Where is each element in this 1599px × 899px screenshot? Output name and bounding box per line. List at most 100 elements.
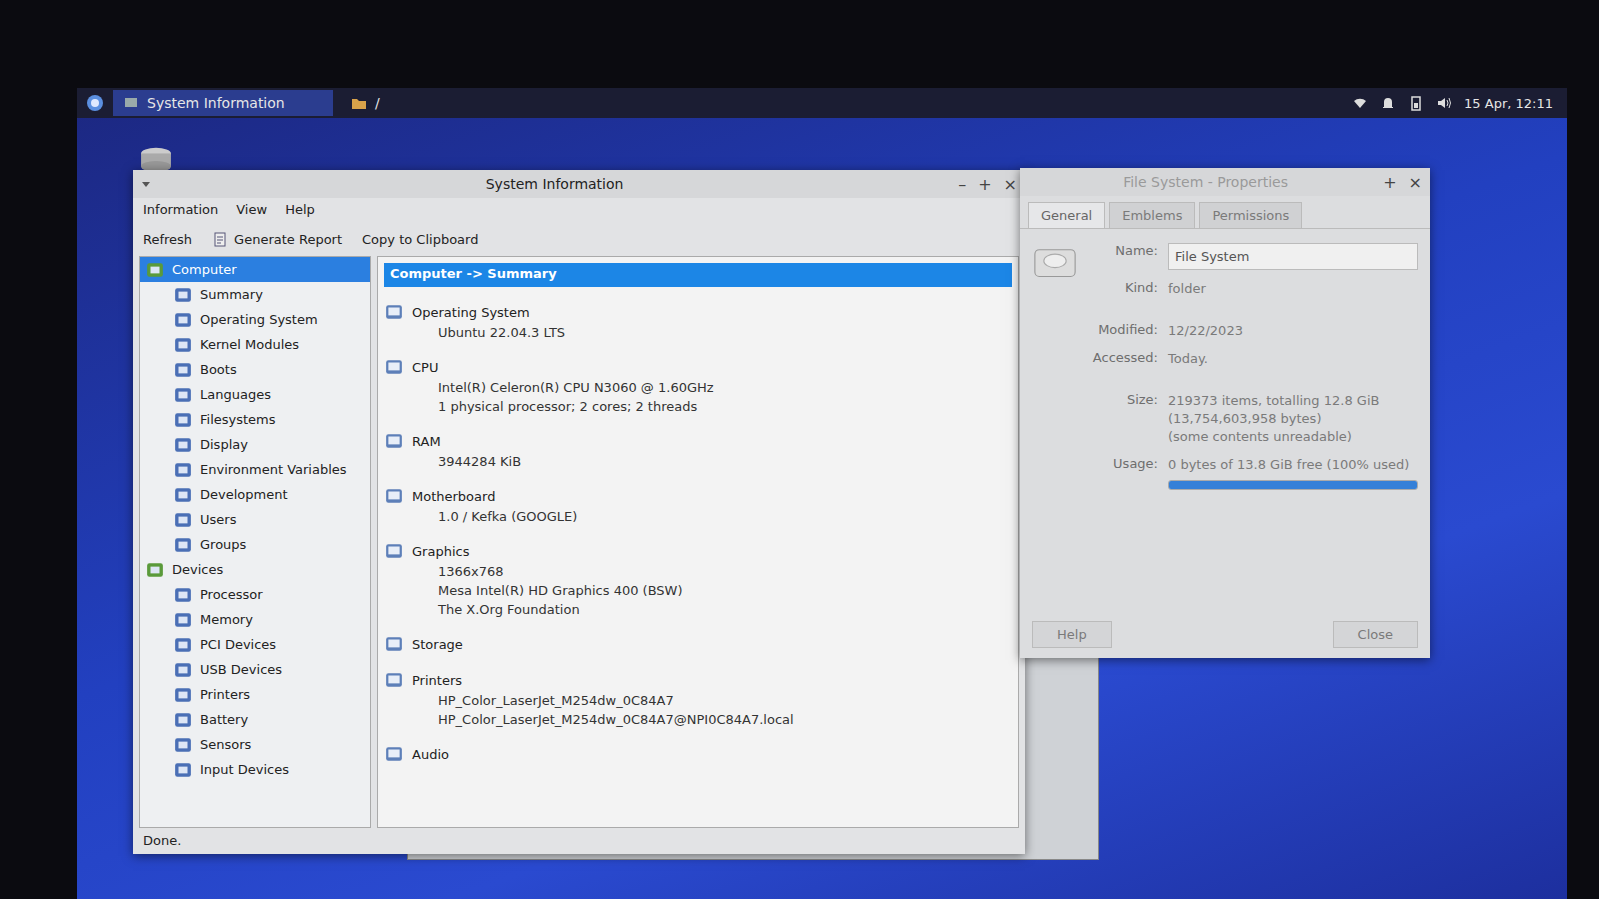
title-bar[interactable]: File System - Properties +×	[1020, 168, 1430, 196]
tree-label: Printers	[200, 687, 250, 702]
property-value: folder	[1168, 280, 1418, 298]
window-body: Computer Summary Operating System Kernel…	[133, 254, 1025, 830]
toolbar-button[interactable]: Generate Report	[212, 231, 342, 247]
tree-item[interactable]: Input Devices	[140, 757, 370, 782]
category-tree: Computer Summary Operating System Kernel…	[139, 256, 371, 828]
tree-item[interactable]: Battery	[140, 707, 370, 732]
tree-item[interactable]: Boots	[140, 357, 370, 382]
drive-icon	[1032, 243, 1078, 281]
tree-item[interactable]: Memory	[140, 607, 370, 632]
property-label: Kind:	[1086, 280, 1158, 298]
menu-item[interactable]: Help	[285, 202, 315, 220]
tree-label: Sensors	[200, 737, 251, 752]
button-row: Help Close	[1020, 611, 1430, 658]
section-title: Printers	[384, 669, 1012, 691]
tree-label: Computer	[172, 262, 237, 277]
toolbar-button[interactable]: Refresh	[143, 232, 192, 247]
category-icon	[174, 436, 192, 454]
summary-section: Printers HP_Color_LaserJet_M254dw_0C84A7…	[384, 669, 1012, 729]
summary-header: Computer -> Summary	[384, 263, 1012, 287]
properties-window: File System - Properties +× GeneralEmble…	[1020, 168, 1430, 658]
category-icon	[174, 511, 192, 529]
property-row: Kind: folder	[1086, 280, 1418, 298]
tree-item[interactable]: Printers	[140, 682, 370, 707]
system-information-window: System Information –+ × Information View He…	[133, 170, 1025, 854]
bell-icon[interactable]	[1380, 95, 1396, 111]
battery-icon[interactable]	[1408, 95, 1424, 111]
window-menu-icon[interactable]	[141, 179, 151, 189]
category-icon	[146, 261, 164, 279]
tree-item[interactable]: Languages	[140, 382, 370, 407]
property-label: Size:	[1086, 392, 1158, 446]
wifi-icon[interactable]	[1352, 95, 1368, 111]
app-menu-icon[interactable]	[85, 93, 105, 113]
menu-item[interactable]: Information	[143, 202, 218, 220]
dialog-button[interactable]: Help	[1032, 621, 1112, 648]
tree-item[interactable]: Environment Variables	[140, 457, 370, 482]
property-label: Usage:	[1086, 456, 1158, 490]
section-value: Intel(R) Celeron(R) CPU N3060 @ 1.60GHz	[384, 378, 1012, 397]
tree-item[interactable]: USB Devices	[140, 657, 370, 682]
summary-section: Storage	[384, 633, 1012, 655]
tree-item[interactable]: PCI Devices	[140, 632, 370, 657]
category-icon	[174, 386, 192, 404]
category-icon	[174, 686, 192, 704]
tree-item[interactable]: Development	[140, 482, 370, 507]
window-control-button[interactable]: ×	[1004, 175, 1017, 194]
task-label: System Information	[147, 95, 285, 111]
window-control-button[interactable]: +	[1383, 173, 1396, 192]
taskbar-button[interactable]: /	[341, 90, 390, 116]
tree-item[interactable]: Devices	[140, 557, 370, 582]
summary-section: RAM 3944284 KiB	[384, 430, 1012, 471]
tab[interactable]: Permissions	[1199, 202, 1302, 228]
summary-section: Operating System Ubuntu 22.04.3 LTS	[384, 301, 1012, 342]
category-icon	[174, 311, 192, 329]
tree-item[interactable]: Sensors	[140, 732, 370, 757]
name-field[interactable]: File System	[1168, 243, 1418, 270]
tree-label: Battery	[200, 712, 248, 727]
tree-item[interactable]: Operating System	[140, 307, 370, 332]
title-bar[interactable]: System Information –+ ×	[133, 170, 1025, 198]
tree-label: USB Devices	[200, 662, 282, 677]
category-icon	[174, 761, 192, 779]
tab[interactable]: Emblems	[1109, 202, 1195, 228]
section-value: 1 physical processor; 2 cores; 2 threads	[384, 397, 1012, 416]
tree-item[interactable]: Computer	[140, 257, 370, 282]
tree-label: Input Devices	[200, 762, 289, 777]
taskbar-button[interactable]: System Information	[113, 90, 333, 116]
tree-item[interactable]: Users	[140, 507, 370, 532]
usage-bar	[1168, 480, 1418, 490]
menu-item[interactable]: View	[236, 202, 267, 220]
category-icon	[174, 586, 192, 604]
category-icon	[174, 361, 192, 379]
section-value: Mesa Intel(R) HD Graphics 400 (BSW)	[384, 581, 1012, 600]
window-control-button[interactable]: –	[958, 175, 966, 194]
property-value: File System	[1168, 243, 1418, 270]
tab[interactable]: General	[1028, 202, 1105, 228]
section-title: Storage	[384, 633, 1012, 655]
window-control-button[interactable]: +	[978, 175, 991, 194]
clock[interactable]: 15 Apr, 12:11	[1464, 96, 1553, 111]
section-value: HP_Color_LaserJet_M254dw_0C84A7	[384, 691, 1012, 710]
category-icon	[174, 736, 192, 754]
window-title: System Information	[151, 176, 958, 192]
tree-item[interactable]: Groups	[140, 532, 370, 557]
toolbar-button[interactable]: Copy to Clipboard	[362, 232, 478, 247]
volume-icon[interactable]	[1436, 95, 1452, 111]
tree-item[interactable]: Processor	[140, 582, 370, 607]
section-icon	[384, 487, 404, 505]
property-value: 12/22/2023	[1168, 322, 1418, 340]
tree-label: Kernel Modules	[200, 337, 299, 352]
property-row: Usage: 0 bytes of 13.8 GiB free (100% us…	[1086, 456, 1418, 490]
tree-item[interactable]: Kernel Modules	[140, 332, 370, 357]
category-icon	[174, 636, 192, 654]
tree-item[interactable]: Display	[140, 432, 370, 457]
tree-item[interactable]: Filesystems	[140, 407, 370, 432]
property-row: Name: File System	[1086, 243, 1418, 270]
tree-item[interactable]: Summary	[140, 282, 370, 307]
dialog-button[interactable]: Close	[1333, 621, 1418, 648]
window-control-button[interactable]: ×	[1409, 173, 1422, 192]
property-row: Modified: 12/22/2023	[1086, 322, 1418, 340]
system-tray: 15 Apr, 12:11	[1352, 95, 1559, 111]
task-label: /	[375, 95, 380, 111]
